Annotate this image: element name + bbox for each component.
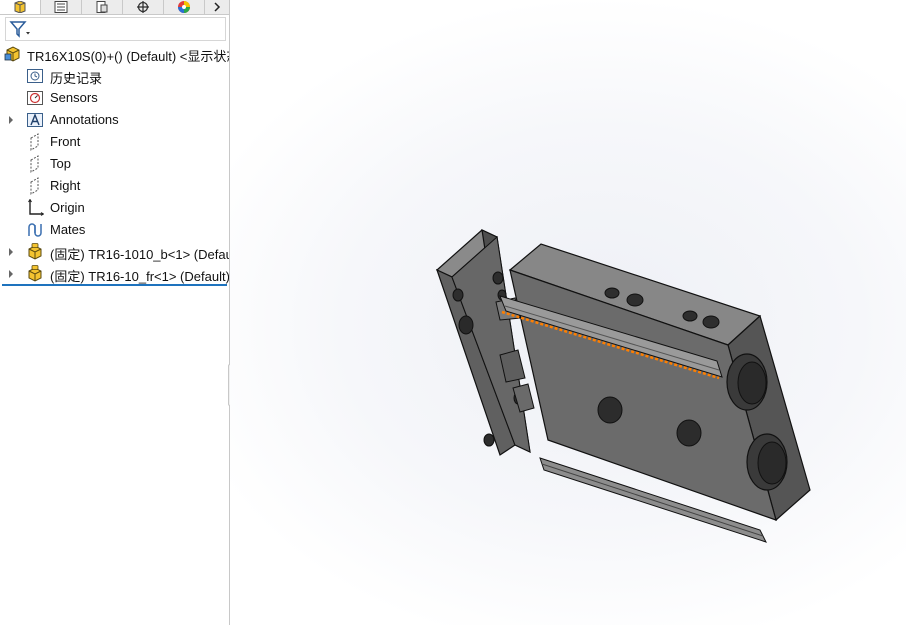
plane-icon bbox=[30, 133, 39, 151]
dimxpert-tab[interactable] bbox=[123, 0, 164, 14]
feature-manager-icon bbox=[14, 1, 26, 13]
color-wheel-icon bbox=[178, 1, 190, 13]
assembly-icon bbox=[4, 46, 20, 62]
tree-item-label: (固定) TR16-10_fr<1> (Default) bbox=[50, 269, 229, 284]
tree-item-part-1[interactable]: (固定) TR16-1010_b<1> (Defau bbox=[0, 241, 229, 263]
chevron-right-icon bbox=[214, 2, 221, 12]
expand-arrow-icon[interactable] bbox=[7, 246, 15, 258]
tree-item-label: (固定) TR16-1010_b<1> (Defau bbox=[50, 247, 229, 262]
plane-icon bbox=[30, 177, 39, 195]
tree-item-mates[interactable]: Mates bbox=[0, 219, 229, 241]
property-manager-icon bbox=[54, 1, 68, 13]
tree-item-label: Annotations bbox=[50, 112, 119, 127]
tree-item-label: Top bbox=[50, 156, 71, 171]
tree-item-top-plane[interactable]: Top bbox=[0, 153, 229, 175]
manager-tab-bar bbox=[0, 0, 229, 15]
plane-icon bbox=[30, 155, 39, 173]
tree-item-origin[interactable]: Origin bbox=[0, 197, 229, 219]
sensors-icon bbox=[27, 91, 43, 105]
configuration-manager-tab[interactable] bbox=[82, 0, 123, 14]
tree-item-part-2[interactable]: (固定) TR16-10_fr<1> (Default) bbox=[0, 263, 229, 285]
mates-icon bbox=[28, 223, 42, 237]
tree-item-label: Front bbox=[50, 134, 81, 149]
tree-item-label: Sensors bbox=[50, 90, 98, 105]
tree-root-assembly[interactable]: TR16X10S(0)+() (Default) <显示状态 bbox=[0, 43, 229, 65]
display-manager-tab[interactable] bbox=[164, 0, 205, 14]
more-tabs-button[interactable] bbox=[205, 0, 229, 14]
graphics-viewport[interactable] bbox=[230, 0, 906, 625]
annotations-icon bbox=[27, 113, 43, 127]
filter-icon bbox=[9, 21, 30, 38]
cylinder-assembly-model[interactable] bbox=[230, 0, 906, 625]
crosshair-icon bbox=[137, 1, 149, 13]
property-manager-tab[interactable] bbox=[41, 0, 82, 14]
tree-item-annotations[interactable]: Annotations bbox=[0, 109, 229, 131]
origin-icon bbox=[28, 199, 44, 216]
rollback-bar[interactable] bbox=[2, 284, 227, 286]
history-icon bbox=[27, 69, 43, 83]
configuration-manager-icon bbox=[96, 1, 108, 13]
end-plate[interactable] bbox=[435, 228, 531, 456]
expand-arrow-icon[interactable] bbox=[7, 268, 15, 280]
cylinder-body[interactable] bbox=[499, 243, 811, 543]
tree-item-label: Right bbox=[50, 178, 81, 193]
tree-item-front-plane[interactable]: Front bbox=[0, 131, 229, 153]
tree-item-label: Origin bbox=[50, 200, 85, 215]
expand-arrow-icon[interactable] bbox=[7, 114, 15, 126]
tree-item-label: Mates bbox=[50, 222, 86, 237]
tree-filter-field[interactable] bbox=[5, 17, 226, 41]
tree-item-history[interactable]: 历史记录 bbox=[0, 65, 229, 87]
part-icon bbox=[28, 265, 42, 282]
tree-item-right-plane[interactable]: Right bbox=[0, 175, 229, 197]
feature-manager-panel: TR16X10S(0)+() (Default) <显示状态 历史记录 Sens… bbox=[0, 0, 230, 625]
tree-item-label: 历史记录 bbox=[50, 71, 103, 86]
part-icon bbox=[28, 243, 42, 260]
feature-manager-tab[interactable] bbox=[0, 0, 41, 14]
tree-item-sensors[interactable]: Sensors bbox=[0, 87, 229, 109]
tree-root-label: TR16X10S(0)+() (Default) <显示状态 bbox=[27, 49, 229, 64]
